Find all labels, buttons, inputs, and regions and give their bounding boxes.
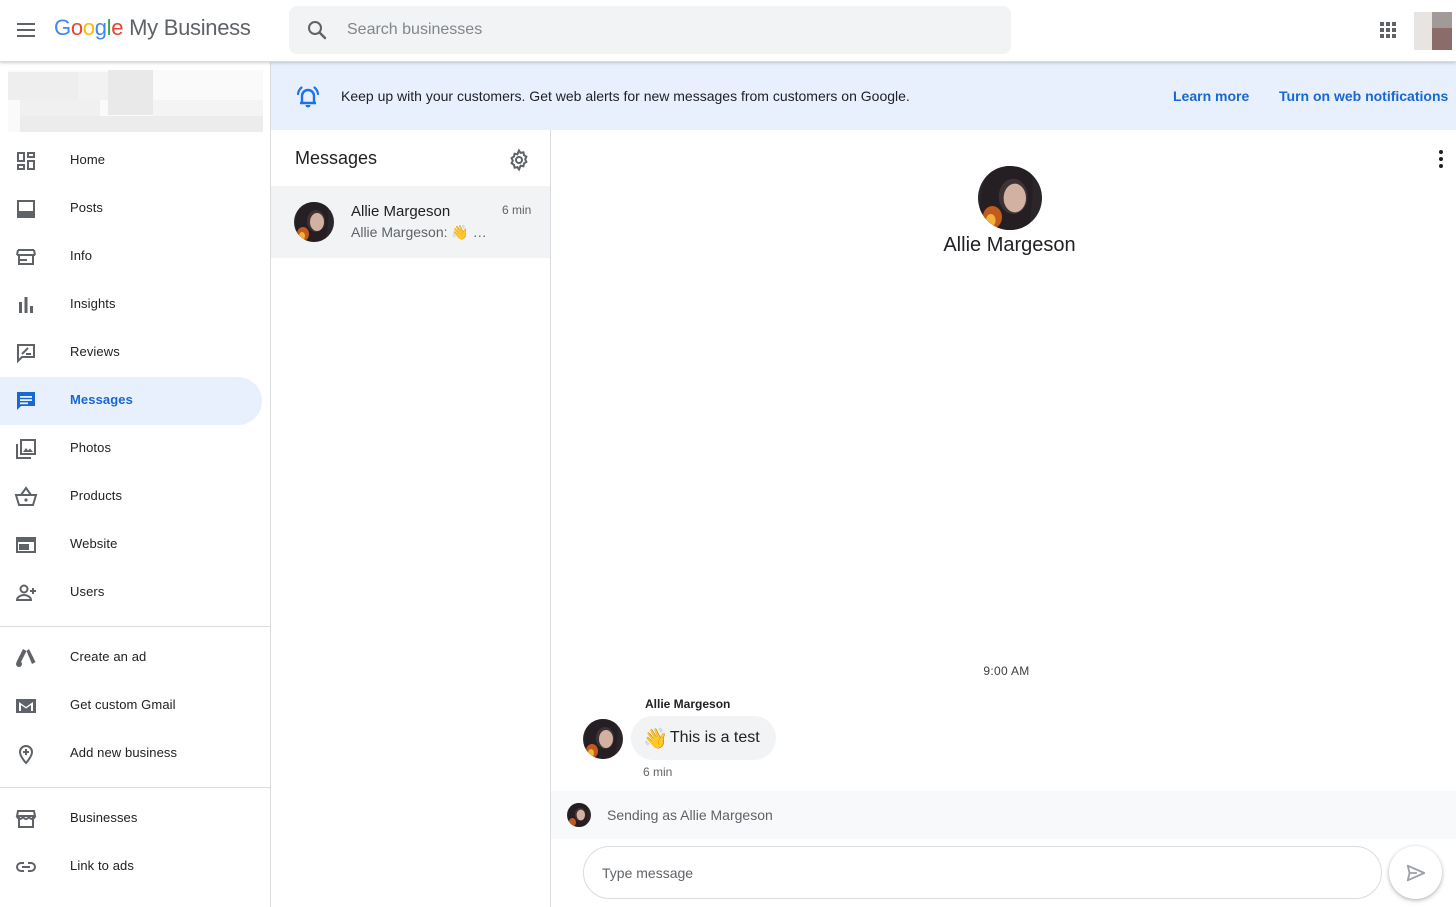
link-icon: [16, 862, 36, 872]
photo-library-icon: [16, 439, 36, 459]
message-text: This is a test: [669, 729, 760, 746]
sending-as-bar: Sending as Allie Margeson: [551, 791, 1456, 839]
settings-gear-icon[interactable]: [507, 148, 531, 172]
account-avatar[interactable]: [1414, 12, 1452, 50]
person-add-icon: [15, 584, 36, 601]
bar-chart-icon: [19, 297, 33, 313]
message-sender-avatar: [583, 719, 623, 759]
sidebar-item-create-ad[interactable]: Create an ad: [0, 634, 262, 682]
sidebar-item-products[interactable]: Products: [0, 473, 262, 521]
rate-review-icon: [17, 344, 35, 364]
chat-pane: Allie Margeson 9:00 AM Allie Margeson 👋 …: [551, 130, 1456, 907]
messages-title: Messages: [295, 148, 378, 168]
banner-text: Keep up with your customers. Get web ale…: [341, 88, 910, 104]
sidebar-nav: Home Posts Info Insights Reviews Message…: [0, 62, 271, 907]
google-ads-icon: [16, 649, 36, 667]
message-sender: Allie Margeson: [645, 697, 731, 711]
chat-icon: [17, 392, 35, 410]
top-app-bar: Google My Business: [0, 0, 1456, 62]
conversation-list: Messages Allie Margeson 6 min Allie Marg…: [271, 130, 551, 907]
conversation-name: Allie Margeson: [351, 203, 451, 220]
sidebar-item-messages[interactable]: Messages: [0, 377, 262, 425]
storefront-icon: [16, 249, 36, 265]
posts-icon: [17, 200, 35, 218]
conversation-time: 6 min: [502, 203, 532, 217]
sidebar-item-website[interactable]: Website: [0, 521, 262, 569]
send-icon: [1406, 864, 1426, 882]
sidebar-item-home[interactable]: Home: [0, 137, 262, 185]
sidebar-item-reviews[interactable]: Reviews: [0, 329, 262, 377]
sidebar-item-businesses[interactable]: Businesses: [0, 795, 262, 843]
search-box: [289, 6, 1011, 54]
contact-avatar: [294, 202, 334, 242]
google-apps-icon[interactable]: [1376, 18, 1400, 42]
product-name: My Business: [129, 15, 251, 40]
message-timestamp-divider: 9:00 AM: [983, 664, 1030, 678]
turn-on-notifications-link[interactable]: Turn on web notifications: [1279, 88, 1448, 104]
web-icon: [16, 537, 36, 553]
notification-bell-icon: [296, 86, 320, 108]
sidebar-item-posts[interactable]: Posts: [0, 185, 262, 233]
message-time: 6 min: [643, 765, 673, 779]
business-card-blurred[interactable]: [8, 70, 263, 132]
sidebar-item-photos[interactable]: Photos: [0, 425, 262, 473]
sidebar-item-add-business[interactable]: Add new business: [0, 730, 262, 778]
chat-contact-name: Allie Margeson: [943, 234, 1076, 256]
more-vert-icon[interactable]: [1431, 148, 1451, 170]
sidebar-item-info[interactable]: Info: [0, 233, 262, 281]
add-location-icon: [18, 745, 34, 765]
search-icon[interactable]: [305, 18, 329, 42]
message-composer: [583, 846, 1382, 899]
google-my-business-logo[interactable]: Google My Business: [54, 15, 251, 41]
sidebar-item-insights[interactable]: Insights: [0, 281, 262, 329]
main-menu-icon[interactable]: [12, 16, 40, 44]
learn-more-link[interactable]: Learn more: [1173, 88, 1249, 104]
sidebar-item-users[interactable]: Users: [0, 569, 262, 617]
sending-as-text: Sending as Allie Margeson: [607, 807, 773, 823]
notification-banner: Keep up with your customers. Get web ale…: [271, 62, 1456, 130]
message-input[interactable]: [602, 847, 1362, 898]
conversation-preview: Allie Margeson: 👋 …: [351, 224, 487, 240]
sidebar-item-custom-gmail[interactable]: Get custom Gmail: [0, 682, 262, 730]
send-button[interactable]: [1389, 846, 1442, 899]
search-input[interactable]: [347, 6, 987, 54]
shopping-basket-icon: [14, 486, 38, 506]
waving-hand-emoji: 👋: [643, 727, 668, 750]
sidebar-divider: [0, 626, 270, 627]
store-icon: [15, 810, 37, 828]
sidebar-item-link-ads[interactable]: Link to ads: [0, 843, 262, 891]
dashboard-icon: [17, 152, 35, 170]
sender-avatar-small: [567, 803, 591, 827]
sidebar-divider-2: [0, 787, 270, 788]
chat-contact-avatar: [978, 166, 1042, 230]
gmail-icon: [16, 699, 36, 713]
conversation-item[interactable]: Allie Margeson 6 min Allie Margeson: 👋 …: [271, 186, 550, 258]
message-bubble[interactable]: 👋 This is a test: [631, 716, 776, 760]
